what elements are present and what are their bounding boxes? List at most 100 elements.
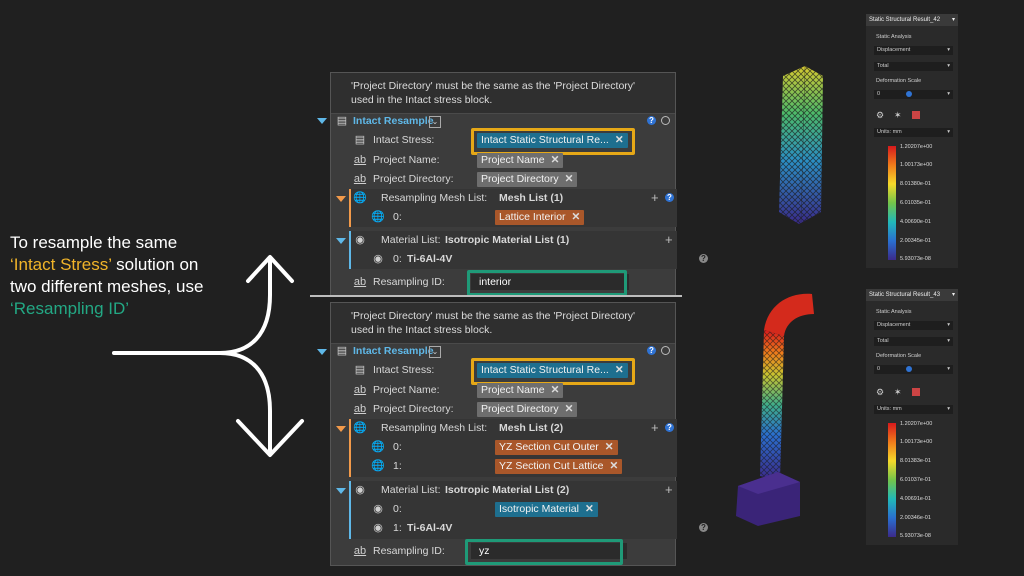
panel-note: 'Project Directory' must be the same as … — [331, 303, 675, 344]
material-value: Isotropic Material — [499, 503, 579, 515]
result-title-dropdown[interactable]: Static Structural Result_42 ▾ — [866, 14, 958, 26]
project-name-row: ab Project Name: Project Name ✕ — [331, 151, 675, 170]
project-directory-value: Project Directory — [481, 403, 559, 415]
resampling-id-highlight-box — [465, 539, 623, 565]
resampling-id-highlight-box — [467, 270, 627, 296]
add-icon[interactable]: + — [665, 232, 673, 247]
legend-tick: 5.93073e-08 — [900, 256, 931, 262]
legend-tick: 4.00690e-01 — [900, 219, 931, 225]
project-name-row: ab Project Name: Project Name ✕ — [331, 381, 675, 400]
lattice-column-model — [779, 65, 823, 224]
units-select[interactable]: Units: mm — [874, 128, 953, 137]
deformation-value: 0 — [877, 91, 881, 97]
chevron-down-icon: ▾ — [951, 17, 955, 23]
material-icon: ◉ — [355, 484, 365, 496]
project-name-chip[interactable]: Project Name ✕ — [477, 153, 564, 168]
slider-handle[interactable] — [906, 366, 912, 372]
help-icon[interactable]: ? — [647, 346, 656, 355]
help-icon[interactable]: ? — [665, 423, 674, 432]
deformation-label: Deformation Scale — [876, 78, 922, 84]
arrow-down-branch — [218, 351, 272, 455]
settings-icon[interactable]: ⚙ — [876, 387, 884, 398]
text-field-icon: ab — [353, 154, 367, 166]
pin-icon[interactable]: ✶ — [894, 387, 902, 398]
branch-arrows — [112, 255, 304, 457]
legend-tick: 1.00173e+00 — [900, 162, 933, 168]
intact-stress-label: Intact Stress: — [373, 364, 435, 376]
project-name-value: Project Name — [481, 154, 545, 166]
material-icon: ◉ — [373, 522, 383, 534]
remove-icon[interactable]: ✕ — [565, 403, 574, 415]
pin-icon[interactable]: ✶ — [894, 110, 902, 121]
analysis-label: Static Analysis — [876, 309, 912, 315]
settings-icon[interactable]: ⚙ — [876, 110, 884, 121]
quantity-select[interactable]: Displacement — [874, 46, 953, 55]
cube-icon[interactable] — [912, 111, 920, 119]
mesh-chip[interactable]: Lattice Interior ✕ — [495, 210, 585, 225]
project-name-chip[interactable]: Project Name ✕ — [477, 383, 564, 398]
quantity-select[interactable]: Displacement — [874, 321, 953, 330]
project-directory-label: Project Directory: — [373, 173, 454, 185]
material-item-row: ◉ 0: Ti-6Al-4V ? — [331, 250, 708, 269]
project-directory-chip[interactable]: Project Directory ✕ — [477, 172, 578, 187]
collapse-icon[interactable] — [317, 349, 327, 355]
help-icon[interactable]: ? — [647, 116, 656, 125]
remove-icon[interactable]: ✕ — [605, 441, 614, 453]
analysis-label: Static Analysis — [876, 34, 912, 40]
project-directory-chip[interactable]: Project Directory ✕ — [477, 402, 578, 417]
remove-icon[interactable]: ✕ — [565, 173, 574, 185]
project-name-label: Project Name: — [373, 154, 440, 166]
mesh-list-label: Resampling Mesh List: — [381, 192, 488, 204]
remove-icon[interactable]: ✕ — [551, 154, 560, 166]
chevron-down-icon[interactable]: ⌄ — [429, 116, 441, 128]
units-select[interactable]: Units: mm — [874, 405, 953, 414]
globe-icon: 🌐 — [371, 211, 385, 223]
material-value[interactable]: Ti-6Al-4V — [407, 522, 452, 534]
legend-tick: 1.20207e+00 — [900, 421, 933, 427]
slider-handle[interactable] — [906, 91, 912, 97]
text-field-icon: ab — [353, 276, 367, 288]
result-title-dropdown[interactable]: Static Structural Result_43 ▾ — [866, 289, 958, 301]
remove-icon[interactable]: ✕ — [585, 503, 594, 515]
output-port-icon[interactable] — [661, 346, 670, 355]
material-item-row: ◉ 1: Ti-6Al-4V ? — [331, 519, 708, 538]
remove-icon[interactable]: ✕ — [551, 384, 560, 396]
globe-icon: 🌐 — [353, 192, 367, 204]
deformation-slider[interactable]: 0 — [874, 365, 953, 374]
remove-icon[interactable]: ✕ — [609, 460, 618, 472]
mesh-list-value[interactable]: Mesh List (2) — [499, 422, 563, 434]
intact-resample-panel-2: 'Project Directory' must be the same as … — [317, 302, 708, 566]
result-panel-2: Static Structural Result_43 ▾ Static Ana… — [866, 289, 958, 545]
mesh-value: Lattice Interior — [499, 211, 566, 223]
material-value[interactable]: Ti-6Al-4V — [407, 253, 452, 265]
material-list-value[interactable]: Isotropic Material List (2) — [445, 484, 569, 496]
material-list-row: ◉ Material List: Isotropic Material List… — [331, 231, 675, 250]
add-icon[interactable]: + — [651, 420, 659, 435]
help-icon[interactable]: ? — [665, 193, 674, 202]
chevron-down-icon[interactable]: ⌄ — [429, 346, 441, 358]
project-directory-label: Project Directory: — [373, 403, 454, 415]
remove-icon[interactable]: ✕ — [572, 211, 581, 223]
add-icon[interactable]: + — [665, 482, 673, 497]
help-icon[interactable]: ? — [699, 523, 708, 532]
add-icon[interactable]: + — [651, 190, 659, 205]
material-index: 0: — [393, 253, 402, 265]
material-index: 0: — [393, 503, 402, 515]
block-title: Intact Resample — [353, 345, 434, 357]
cube-icon[interactable] — [912, 388, 920, 396]
mesh-chip[interactable]: YZ Section Cut Outer ✕ — [495, 440, 618, 455]
collapse-icon[interactable] — [317, 118, 327, 124]
mesh-list-value[interactable]: Mesh List (1) — [499, 192, 563, 204]
material-index: 1: — [393, 522, 402, 534]
mesh-chip[interactable]: YZ Section Cut Lattice ✕ — [495, 459, 623, 474]
note-line-2: used in the Intact stress block. — [351, 324, 493, 336]
mesh-index: 0: — [393, 441, 402, 453]
component-select[interactable]: Total — [874, 337, 953, 346]
component-select[interactable]: Total — [874, 62, 953, 71]
material-list-value[interactable]: Isotropic Material List (1) — [445, 234, 569, 246]
result-title: Static Structural Result_42 — [869, 17, 941, 23]
material-chip[interactable]: Isotropic Material ✕ — [495, 502, 598, 517]
deformation-slider[interactable]: 0 — [874, 90, 953, 99]
help-icon[interactable]: ? — [699, 254, 708, 263]
output-port-icon[interactable] — [661, 116, 670, 125]
